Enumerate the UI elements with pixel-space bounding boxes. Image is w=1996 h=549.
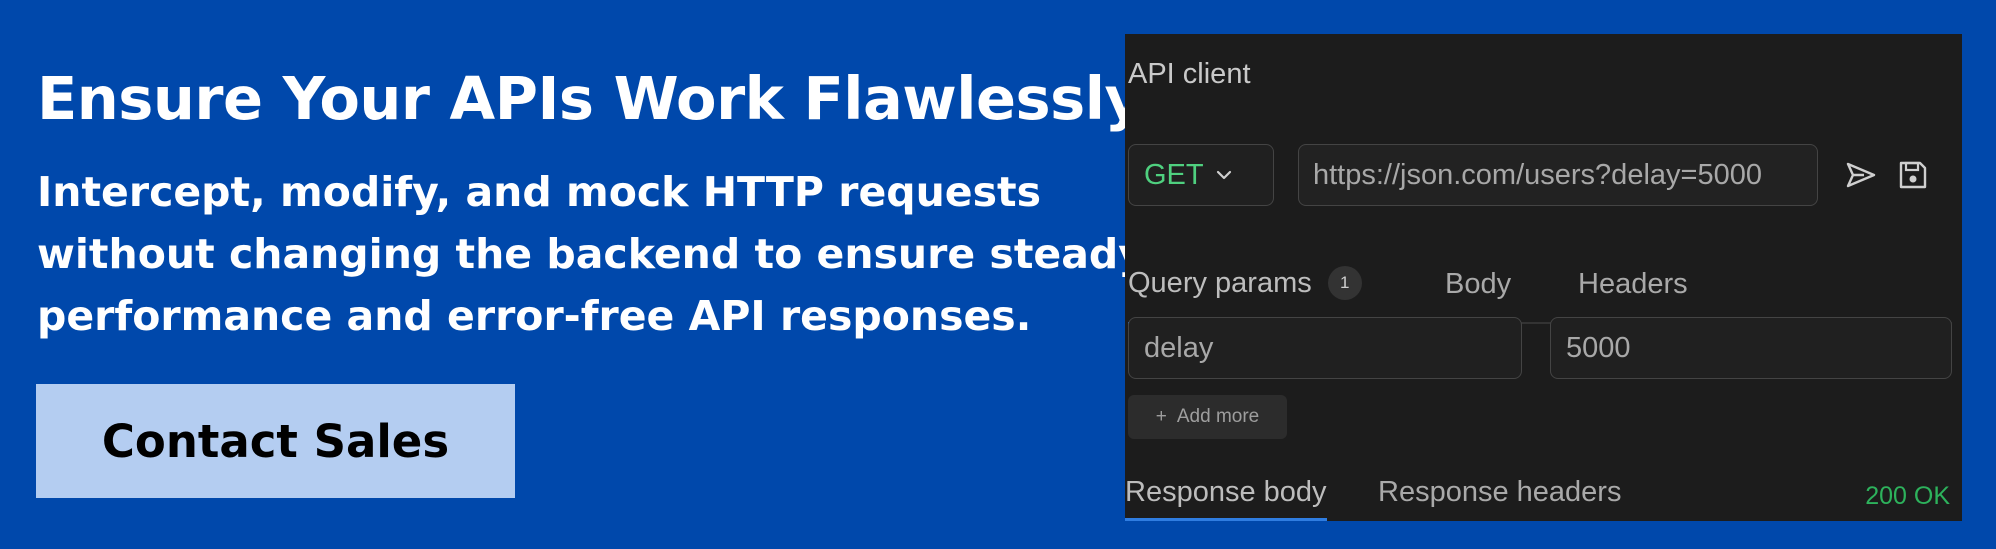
tab-query-params[interactable]: Query params 1 <box>1128 244 1362 325</box>
headline: Ensure Your APIs Work Flawlessly <box>37 64 1143 133</box>
subtext-line: Intercept, modify, and mock HTTP request… <box>37 168 1041 216</box>
tab-body[interactable]: Body <box>1445 244 1511 324</box>
add-more-label: Add more <box>1176 406 1260 427</box>
param-value-input[interactable] <box>1550 317 1952 379</box>
save-icon <box>1899 161 1927 189</box>
tab-response-headers[interactable]: Response headers <box>1378 476 1621 521</box>
subtext-line: without changing the backend to ensure s… <box>37 230 1145 278</box>
plus-icon: + <box>1155 406 1167 427</box>
send-icon <box>1846 162 1876 188</box>
request-tabs: Query params 1 Body Headers <box>1128 244 1952 325</box>
status-badge: 200 OK <box>1865 482 1950 510</box>
save-button[interactable] <box>1892 154 1934 196</box>
send-button[interactable] <box>1840 154 1882 196</box>
add-more-button[interactable]: + Add more <box>1128 395 1287 439</box>
tab-response-body[interactable]: Response body <box>1125 476 1327 521</box>
tab-headers[interactable]: Headers <box>1578 244 1688 324</box>
param-key-input[interactable] <box>1128 317 1522 379</box>
chevron-down-icon <box>1216 170 1231 180</box>
api-client-panel: API client GET Query params 1 Body Heade… <box>1125 34 1962 521</box>
contact-sales-button[interactable]: Contact Sales <box>36 384 515 498</box>
count-badge: 1 <box>1327 266 1362 300</box>
tab-label: Headers <box>1578 267 1688 300</box>
subtext: Intercept, modify, and mock HTTP request… <box>37 161 1145 347</box>
subtext-line: performance and error-free API responses… <box>37 292 1032 340</box>
url-input[interactable] <box>1298 144 1818 206</box>
tab-label: Body <box>1445 267 1512 300</box>
method-select[interactable]: GET <box>1128 144 1274 206</box>
method-label: GET <box>1144 158 1204 191</box>
tab-label: Query params <box>1128 266 1312 299</box>
panel-title: API client <box>1128 58 1251 90</box>
